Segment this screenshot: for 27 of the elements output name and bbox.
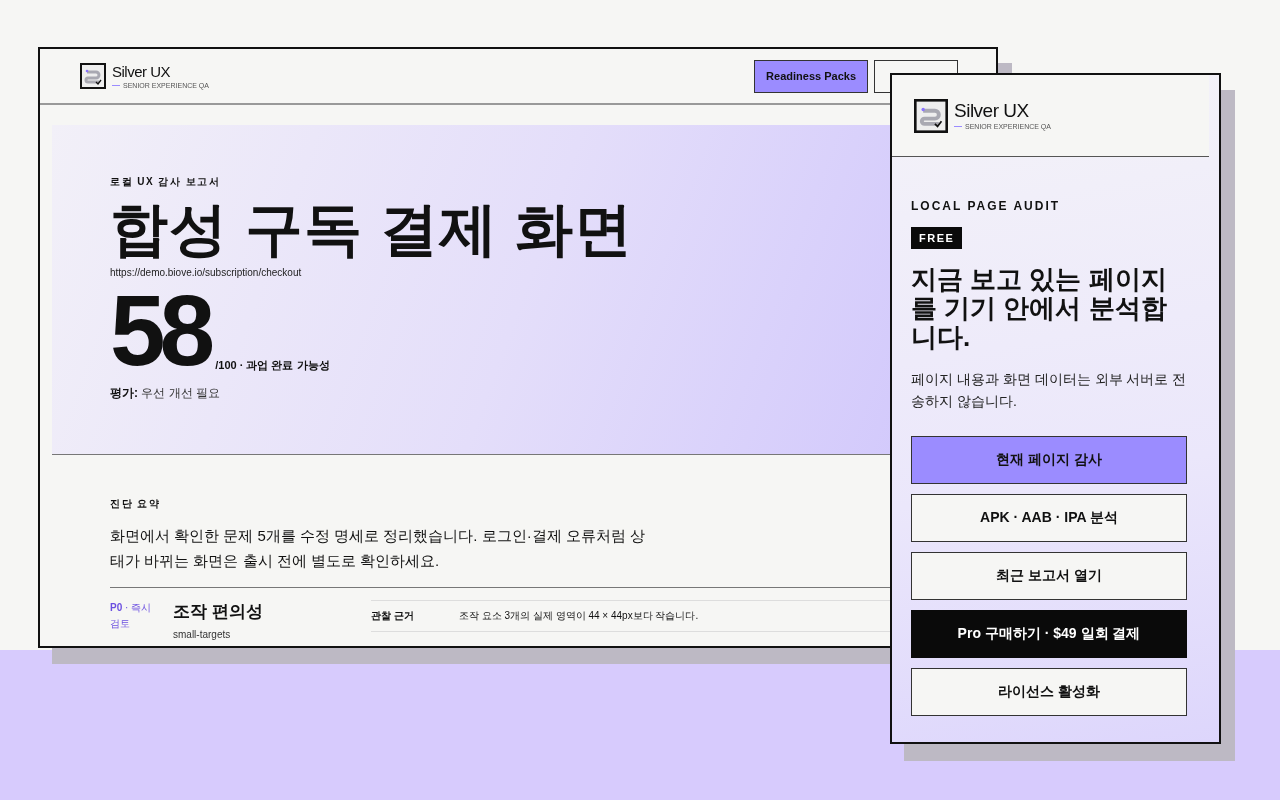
section-label: 진단 요약: [110, 497, 161, 511]
score-caption: /100 · 과업 완료 가능성: [215, 357, 330, 373]
free-badge: FREE: [911, 227, 963, 249]
header-button[interactable]: Readiness Packs: [754, 59, 868, 93]
action-button[interactable]: APK · AAB · IPA 분석: [911, 494, 1187, 542]
priority-label: P0 · 즉시 검토: [110, 601, 153, 631]
privacy-text: 페이지 내용과 화면 데이터는 외부 서버로 전송하지 않습니다.: [911, 370, 1188, 411]
eyebrow-label: 로컬 UX 감사 보고서: [110, 175, 221, 189]
logo-text: Silver UX: [954, 101, 1030, 120]
summary-text: 화면에서 확인한 문제 5개를 수정 명세로 정리했습니다. 로그인·결제 오류처럼 상태가 바뀌는 화면은 출시 전에 별도로 확인하세요.: [110, 526, 646, 571]
logo-icon: [914, 98, 948, 133]
action-button[interactable]: 최근 보고서 열기: [911, 552, 1187, 600]
report-title: 합성 구독 결제 화면: [110, 197, 634, 261]
finding-title: 조작 편의성: [173, 601, 264, 623]
table-cell: 관찰 근거: [371, 609, 414, 623]
score-value: 58: [110, 287, 210, 373]
rating-text: 평가: 우선 개선 필요: [110, 384, 220, 402]
logo-icon: [80, 63, 106, 89]
eyebrow-label: LOCAL PAGE AUDIT: [911, 199, 1062, 213]
action-button[interactable]: 라이선스 활성화: [911, 668, 1187, 716]
table-cell-text: 조작 요소 3개의 실제 영역이 44 × 44px보다 작습니다.: [459, 609, 700, 623]
panel-heading: 지금 보고 있는 페이지를 기기 안에서 분석합니다.: [911, 265, 1168, 352]
page-url: https://demo.biove.io/subscription/checkout: [110, 266, 303, 278]
action-button[interactable]: 현재 페이지 감사: [911, 436, 1187, 484]
action-button[interactable]: Pro 구매하기 · $49 일회 결제: [911, 610, 1187, 658]
finding-code: small-targets: [173, 629, 231, 640]
logo-text: Silver UX: [112, 63, 171, 79]
